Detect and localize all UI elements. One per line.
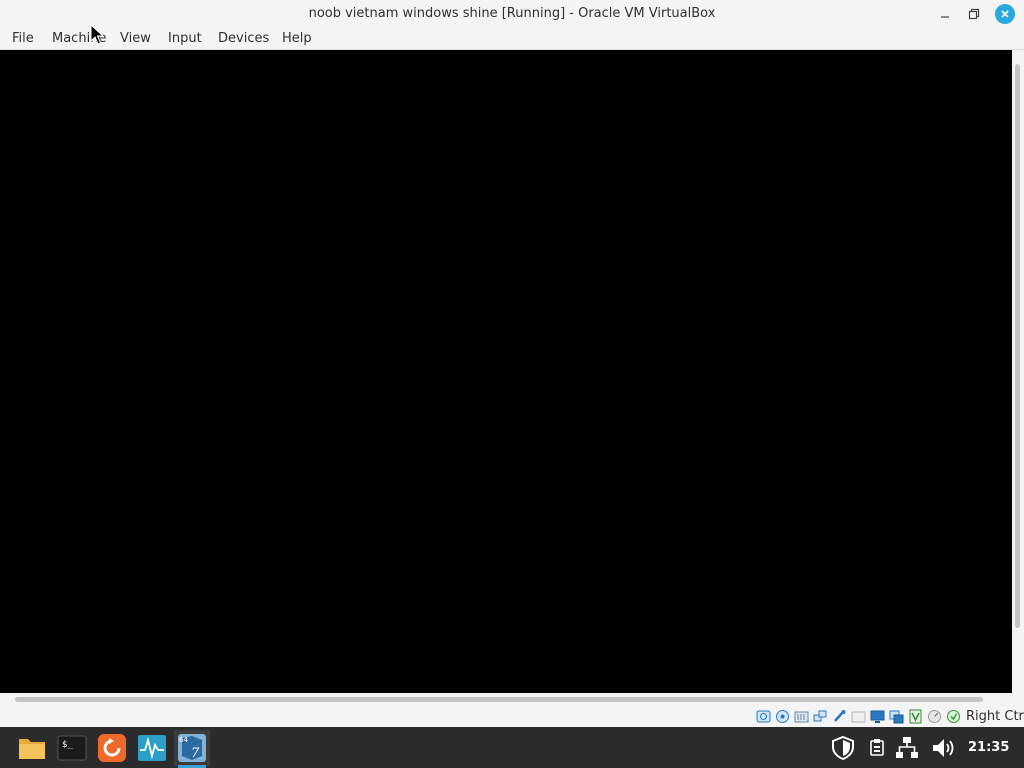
host-key-label: Right Ctrl [966,709,1024,724]
optical-drive-icon[interactable] [775,709,790,724]
clipboard-icon[interactable] [864,735,890,761]
menu-bar: File Machine View Input Devices Help [0,28,1024,50]
mouse-integration-icon[interactable] [946,709,961,724]
svg-text:$_: $_ [62,740,73,750]
menu-devices[interactable]: Devices [218,31,269,46]
vertical-scrollbar-thumb[interactable] [1015,64,1020,628]
display-icon[interactable] [870,709,885,724]
svg-text:7: 7 [191,746,200,761]
menu-help[interactable]: Help [282,31,312,46]
close-icon [1001,10,1009,18]
horizontal-scrollbar-thumb[interactable] [15,697,983,702]
vm-display[interactable] [0,50,1012,693]
cpu-icon[interactable] [927,709,942,724]
shield-icon[interactable] [830,735,856,761]
system-monitor-icon [138,735,166,761]
audio-icon[interactable] [794,709,809,724]
taskbar-terminal[interactable]: $_ [54,730,90,766]
volume-icon[interactable] [930,735,956,761]
title-bar: noob vietnam windows shine [Running] - O… [0,0,1024,28]
graphics-acceleration-icon[interactable] [908,709,923,724]
minimize-button[interactable] [935,4,955,24]
taskbar-virtualbox[interactable]: 64 7 [174,730,210,768]
network-tray-icon[interactable] [894,735,920,761]
file-manager-icon [19,739,45,759]
close-button[interactable] [995,4,1015,24]
taskbar-system-monitor[interactable] [134,730,170,766]
menu-view[interactable]: View [120,31,151,46]
terminal-icon: $_ [57,735,87,761]
hard-disk-icon[interactable] [756,709,771,724]
horizontal-scrollbar[interactable] [0,693,1024,705]
window-title: noob vietnam windows shine [Running] - O… [308,6,716,21]
usb-icon[interactable] [832,709,847,724]
restore-icon [968,8,980,20]
update-manager-icon [98,734,126,762]
taskbar: $_ 64 7 21:35 [0,727,1024,768]
svg-text:64: 64 [179,736,188,744]
menu-input[interactable]: Input [168,31,202,46]
clock[interactable]: 21:35 [968,740,1009,755]
virtualbox-icon: 64 7 [178,734,206,762]
minimize-icon [941,16,949,18]
mouse-cursor-icon [90,24,105,45]
vertical-scrollbar[interactable] [1012,50,1024,693]
video-capture-icon[interactable] [889,709,904,724]
network-icon[interactable] [813,709,828,724]
menu-file[interactable]: File [12,31,34,46]
taskbar-file-manager[interactable] [14,730,50,766]
restore-button[interactable] [964,4,984,24]
taskbar-update-manager[interactable] [94,730,130,766]
shared-folders-icon[interactable] [851,709,866,724]
status-bar: Right Ctrl [0,705,1024,727]
